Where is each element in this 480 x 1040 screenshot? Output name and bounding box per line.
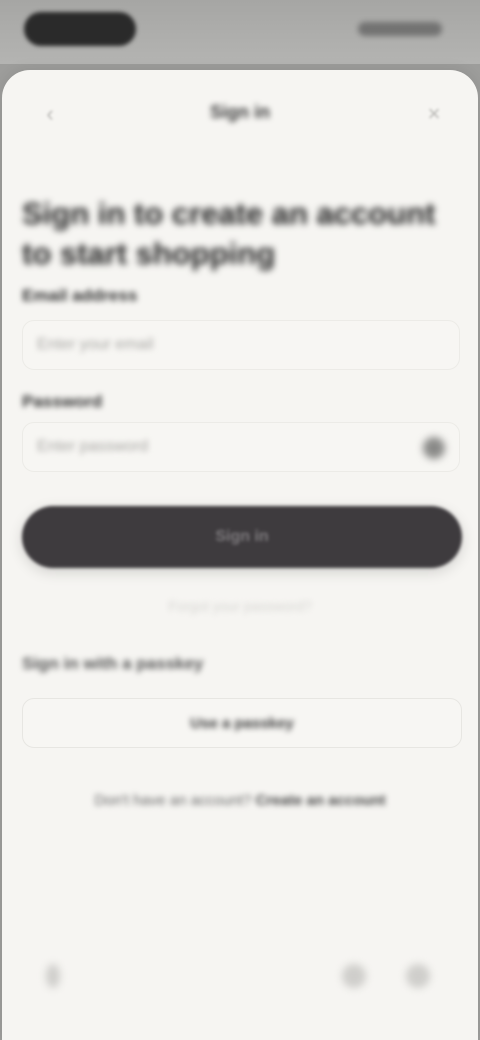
sign-in-sheet: ‹ Sign in × Sign in to create an account… <box>2 70 478 1040</box>
password-field-wrapper <box>22 422 460 472</box>
sheet-title: Sign in <box>210 102 270 122</box>
create-account-prompt: Don't have an account? Create an account <box>2 792 478 809</box>
email-field[interactable] <box>23 321 459 369</box>
close-icon[interactable]: × <box>420 100 448 128</box>
create-account-link[interactable]: Create an account <box>256 792 386 809</box>
browser-bottom-nav <box>2 950 478 1010</box>
sign-in-button[interactable]: Sign in <box>22 506 462 568</box>
email-field-wrapper <box>22 320 460 370</box>
email-label: Email address <box>22 286 138 305</box>
password-field[interactable] <box>23 423 459 471</box>
passkey-button[interactable]: Use a passkey <box>22 698 462 748</box>
passkey-button-label: Use a passkey <box>190 714 294 732</box>
sheet-header: ‹ Sign in × <box>2 92 478 136</box>
password-label: Password <box>22 392 103 411</box>
status-icons <box>358 22 442 36</box>
page-heading: Sign in to create an account to start sh… <box>22 196 436 271</box>
eye-icon[interactable] <box>423 437 445 459</box>
more-icon[interactable] <box>406 964 430 988</box>
passkey-section-title: Sign in with a passkey <box>22 654 204 673</box>
forgot-password-link[interactable]: Forgot your password? <box>2 598 478 614</box>
status-bar <box>0 0 480 64</box>
footer-prompt: Don't have an account? <box>94 792 252 809</box>
share-icon[interactable] <box>342 964 366 988</box>
dynamic-island <box>24 12 136 46</box>
back-icon[interactable] <box>46 964 60 988</box>
